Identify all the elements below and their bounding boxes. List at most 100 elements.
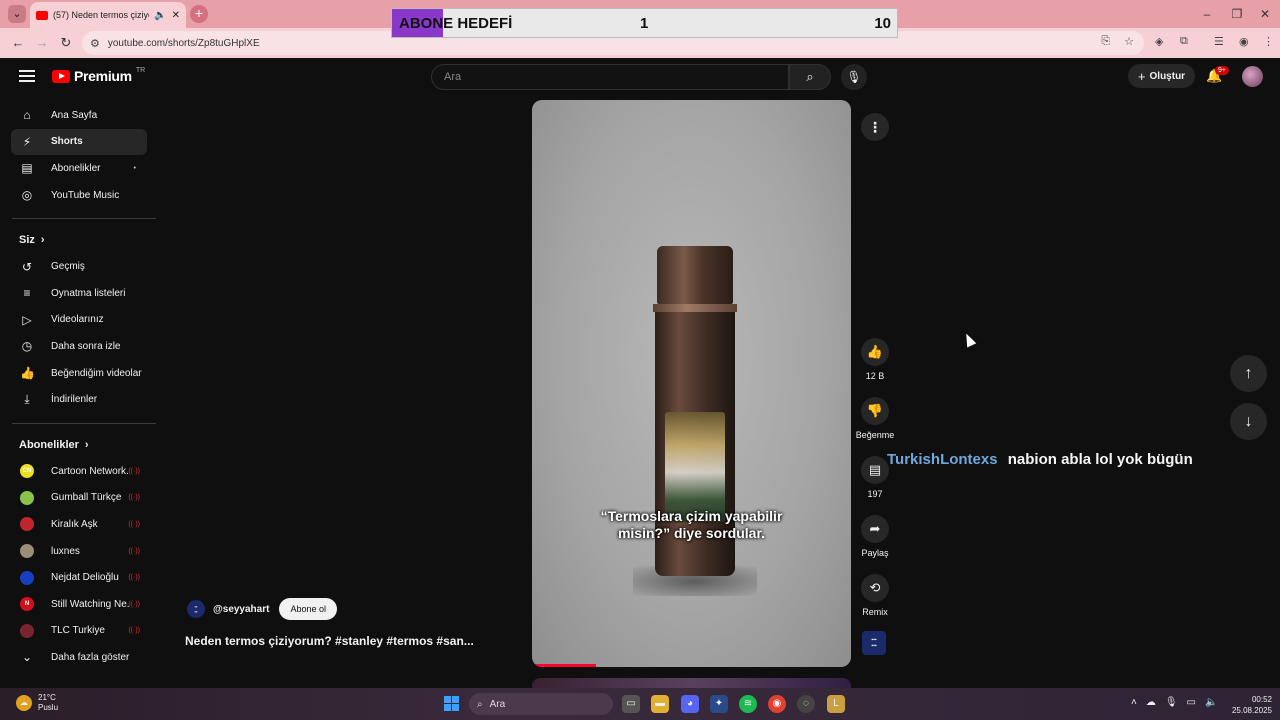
profile-icon[interactable]: ◉ bbox=[1239, 35, 1249, 48]
cloud-icon[interactable]: ☁ bbox=[1146, 697, 1156, 708]
close-tab-icon[interactable]: ✕ bbox=[172, 10, 180, 21]
subscription-name: Kiralık Aşk bbox=[51, 518, 98, 530]
subscription-name: Nejdat Delioğlu bbox=[51, 572, 119, 584]
sidebar-subscription-item[interactable]: N Still Watching Ne... ((·)) bbox=[0, 591, 158, 618]
url-text[interactable]: youtube.com/shorts/Zp8tuGHplXE bbox=[108, 38, 260, 49]
tab-search-menu-icon[interactable]: ⌄ bbox=[8, 5, 26, 23]
new-tab-button[interactable]: + bbox=[190, 5, 208, 23]
sidebar-subscription-item[interactable]: Nejdat Delioğlu ((·)) bbox=[0, 564, 158, 591]
video-title[interactable]: Neden termos çiziyorum? #stanley #termos… bbox=[185, 634, 474, 648]
channel-handle[interactable]: @seyyahart bbox=[213, 604, 269, 615]
sidebar-item-label: Daha sonra izle bbox=[51, 340, 121, 352]
chevron-up-icon[interactable]: ˄ bbox=[1131, 697, 1137, 708]
sidebar-subscriptions-heading[interactable]: Abonelikler › bbox=[0, 432, 158, 458]
weather-icon: ☁ bbox=[16, 695, 32, 711]
notification-badge: 9+ bbox=[1215, 66, 1229, 75]
thumbs-up-icon: 👍 bbox=[861, 338, 889, 366]
sidebar-item-home[interactable]: ⌂ Ana Sayfa bbox=[0, 102, 158, 129]
sidebar-you-heading[interactable]: Siz › bbox=[0, 227, 158, 253]
sidebar-item-liked-videos[interactable]: 👍 Beğendiğim videolar bbox=[0, 360, 158, 387]
sidebar-subscription-item[interactable]: TLC Turkiye ((·)) bbox=[0, 618, 158, 645]
bookmark-star-icon[interactable]: ☆ bbox=[1124, 35, 1134, 48]
browser-menu-icon[interactable]: ⋮ bbox=[1263, 35, 1274, 48]
windows-start-icon[interactable] bbox=[444, 696, 459, 711]
next-short-preview[interactable] bbox=[532, 678, 851, 688]
microphone-icon[interactable]: 🎙 bbox=[841, 64, 867, 90]
search-icon[interactable]: ⌕ bbox=[789, 64, 831, 90]
plus-icon: + bbox=[1137, 68, 1146, 84]
sidebar-item-shorts[interactable]: ⚡ Shorts bbox=[11, 128, 147, 156]
site-info-icon[interactable]: ⚙ bbox=[90, 37, 100, 50]
volume-icon[interactable]: 🔈 bbox=[1205, 697, 1217, 708]
dislike-label: Beğenme bbox=[855, 430, 895, 440]
video-progress-bar[interactable] bbox=[532, 664, 596, 667]
sidebar-item-watch-later[interactable]: ◷ Daha sonra izle bbox=[0, 333, 158, 360]
league-icon[interactable]: L bbox=[827, 695, 845, 713]
microphone-icon[interactable]: 🎙 bbox=[1165, 697, 1178, 708]
file-explorer-icon[interactable]: ▬ bbox=[651, 695, 669, 713]
sidebar-item-label: Shorts bbox=[51, 136, 83, 148]
sidebar-item-subscriptions[interactable]: ▤ Abonelikler • bbox=[0, 155, 158, 182]
music-icon: ◎ bbox=[21, 188, 33, 203]
dislike-button[interactable]: 👎 Beğenme bbox=[855, 397, 895, 440]
subscribe-button[interactable]: Abone ol bbox=[279, 598, 337, 620]
display-icon[interactable]: ▭ bbox=[1187, 697, 1196, 708]
sidebar-item-label: Ana Sayfa bbox=[51, 109, 98, 121]
app-icon[interactable]: ✦ bbox=[710, 695, 728, 713]
youtube-logo[interactable]: Premium TR bbox=[52, 67, 145, 84]
live-icon: ((·)) bbox=[128, 627, 140, 635]
menu-icon[interactable] bbox=[19, 70, 35, 82]
windows-taskbar: ☁ 21°C Puslu ⌕ Ara ▭ ▬ ◕ ✦ ≋ ◉ ◌ L ˄ ☁ 🎙… bbox=[0, 688, 1280, 720]
sidebar-item-downloads[interactable]: ⤓ İndirilenler bbox=[0, 386, 158, 413]
spotify-icon[interactable]: ≋ bbox=[739, 695, 757, 713]
sidebar-subscription-item[interactable]: Gumball Türkçe ((·)) bbox=[0, 485, 158, 512]
app-icon[interactable]: ◌ bbox=[797, 695, 815, 713]
share-button[interactable]: ➦ Paylaş bbox=[855, 515, 895, 558]
puzzle-icon[interactable]: ⧉ bbox=[1180, 35, 1188, 48]
minimize-button[interactable]: – bbox=[1192, 0, 1222, 28]
search-input[interactable]: Ara bbox=[431, 64, 789, 90]
sidebar: ⌂ Ana Sayfa ⚡ Shorts ▤ Abonelikler • ◎ Y… bbox=[0, 102, 158, 671]
like-count: 12 B bbox=[865, 371, 885, 381]
channel-avatar bbox=[20, 623, 34, 638]
task-view-icon[interactable]: ▭ bbox=[622, 695, 640, 713]
install-app-icon[interactable]: ⎘ bbox=[1101, 35, 1110, 48]
channel-avatar bbox=[20, 517, 34, 532]
caption-line: misin?” diye sordular. bbox=[617, 525, 766, 541]
channel-thumbnail-icon[interactable]: ▪▪▪ ▪▪▪ bbox=[862, 631, 886, 655]
channel-avatar[interactable]: ▪▪ ▪▪ bbox=[187, 600, 205, 618]
sidebar-subscription-item[interactable]: Kiralık Aşk ((·)) bbox=[0, 511, 158, 538]
remix-button[interactable]: ⟲ Remix bbox=[855, 574, 895, 617]
sidebar-item-history[interactable]: ↺ Geçmiş bbox=[0, 253, 158, 280]
sidebar-item-playlists[interactable]: ≡ Oynatma listeleri bbox=[0, 280, 158, 307]
sidebar-show-more[interactable]: ⌄ Daha fazla göster bbox=[0, 644, 158, 671]
create-button[interactable]: + Oluştur bbox=[1128, 64, 1195, 88]
forward-icon[interactable]: → bbox=[33, 34, 51, 52]
taskbar-search[interactable]: ⌕ Ara bbox=[469, 693, 613, 715]
clock[interactable]: 00:52 25.08.2025 bbox=[1230, 694, 1272, 716]
speaker-icon[interactable]: 🔈 bbox=[154, 10, 166, 21]
you-heading-label: Siz bbox=[19, 234, 35, 247]
browser-tab-active[interactable]: (57) Neden termos çiziyoru 🔈 ✕ bbox=[30, 2, 186, 28]
extension-icon[interactable]: ◈ bbox=[1155, 35, 1163, 48]
reload-icon[interactable]: ↻ bbox=[57, 34, 75, 52]
sidebar-subscription-item[interactable]: CN Cartoon Network... ((·)) bbox=[0, 458, 158, 485]
chrome-icon[interactable]: ◉ bbox=[768, 695, 786, 713]
sidebar-item-your-videos[interactable]: ▷ Videolarınız bbox=[0, 307, 158, 334]
previous-short-button[interactable]: ↑ bbox=[1230, 355, 1267, 392]
reading-list-icon[interactable]: ☰ bbox=[1214, 35, 1224, 48]
maximize-button[interactable]: ❐ bbox=[1222, 0, 1252, 28]
sidebar-item-youtube-music[interactable]: ◎ YouTube Music bbox=[0, 182, 158, 209]
discord-icon[interactable]: ◕ bbox=[681, 695, 699, 713]
search-icon: ⌕ bbox=[477, 698, 483, 710]
close-window-button[interactable]: ✕ bbox=[1250, 0, 1280, 28]
like-button[interactable]: 👍 12 B bbox=[855, 338, 895, 381]
sidebar-subscription-item[interactable]: luxnes ((·)) bbox=[0, 538, 158, 565]
short-video-player[interactable]: “Termoslara çizim yapabilir misin?” diye… bbox=[532, 100, 851, 667]
next-short-button[interactable]: ↓ bbox=[1230, 403, 1267, 440]
back-icon[interactable]: ← bbox=[9, 34, 27, 52]
avatar[interactable] bbox=[1242, 66, 1263, 87]
weather-widget[interactable]: ☁ 21°C Puslu bbox=[16, 693, 58, 713]
more-options-icon[interactable]: ⋮ bbox=[861, 113, 889, 141]
comment-count: 197 bbox=[867, 489, 883, 499]
